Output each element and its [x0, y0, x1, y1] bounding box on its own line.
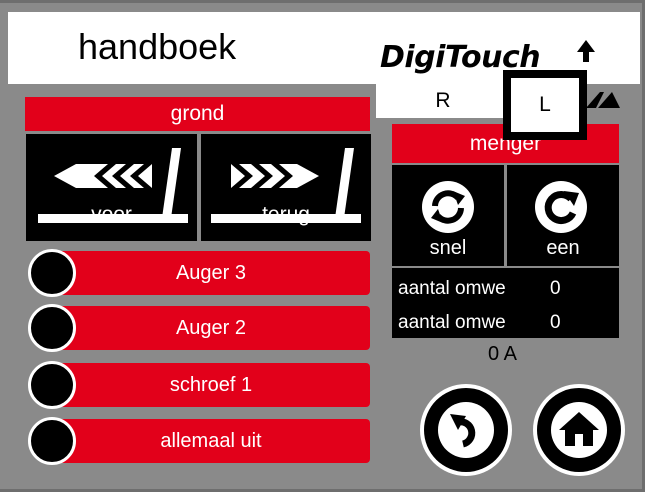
back-icon [438, 402, 494, 458]
snel-button[interactable]: snel [392, 165, 504, 266]
brand-mark-icon [586, 92, 620, 108]
auger-3-label: Auger 3 [175, 261, 247, 284]
een-label: een [546, 237, 580, 259]
current-readout: 0 A [488, 343, 517, 365]
rotation-row-1-label: aantal omwe [398, 278, 506, 299]
tab-l[interactable]: L [503, 70, 587, 140]
een-button[interactable]: een [507, 165, 619, 266]
tab-l-label: L [539, 93, 551, 116]
terug-button[interactable]: terug [201, 134, 371, 241]
auger-2-indicator [28, 304, 76, 352]
tab-r-label: R [435, 89, 451, 112]
voor-label: voor [91, 203, 132, 226]
schroef-1-button[interactable]: schroef 1 [52, 363, 370, 407]
allemaal-uit-label: allemaal uit [160, 429, 262, 452]
home-icon [551, 402, 607, 458]
schroef-1-indicator [28, 361, 76, 409]
rotate-fast-icon [422, 181, 474, 233]
auger-3-indicator [28, 249, 76, 297]
allemaal-uit-button[interactable]: allemaal uit [52, 419, 370, 463]
page-title: handboek [78, 26, 237, 67]
home-button[interactable] [533, 384, 625, 476]
snel-label: snel [429, 237, 467, 259]
auger-3-button[interactable]: Auger 3 [52, 251, 370, 295]
auger-2-label: Auger 2 [175, 316, 247, 339]
schroef-1-label: schroef 1 [169, 373, 253, 396]
rotate-once-icon [535, 181, 587, 233]
rotation-row-1-value: 0 [550, 278, 561, 299]
auger-2-button[interactable]: Auger 2 [52, 306, 370, 350]
allemaal-uit-indicator [28, 417, 76, 465]
brand-arrow-icon [577, 40, 595, 62]
rotation-row-2-label: aantal omwe [398, 312, 506, 333]
back-button[interactable] [420, 384, 512, 476]
voor-button[interactable]: voor [26, 134, 197, 241]
rotations-panel: aantal omwe 0 aantal omwe 0 [392, 268, 619, 338]
grond-label-bar: grond [25, 97, 370, 131]
rotation-row-2-value: 0 [550, 312, 561, 333]
terug-label: terug [262, 203, 310, 226]
screen: handboek DigiTouch grond voor terug Auge… [0, 0, 645, 492]
tab-r[interactable]: R [376, 84, 510, 118]
